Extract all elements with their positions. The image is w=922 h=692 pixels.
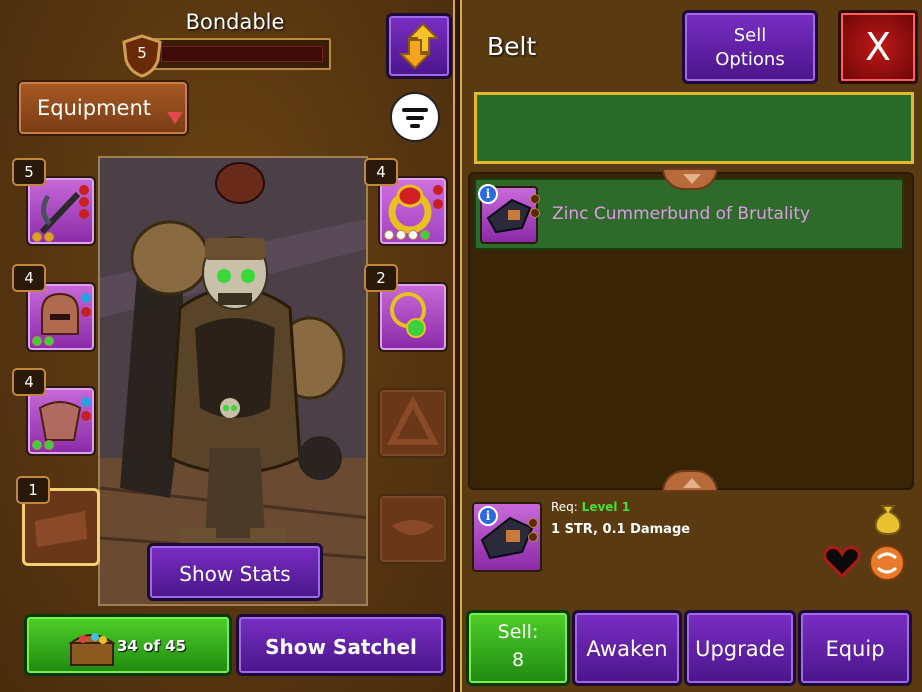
sell-button[interactable]: Sell: 8	[466, 610, 570, 686]
awaken-button[interactable]: Awaken	[572, 610, 682, 686]
upgrade-label: Upgrade	[695, 637, 785, 661]
chevron-down-icon	[683, 174, 701, 184]
satchel-count-button[interactable]: 34 of 45	[24, 614, 232, 676]
treasure-chest-icon	[68, 633, 116, 666]
bond-level-shield: 5	[120, 34, 164, 78]
equipment-dropdown[interactable]: Equipment	[17, 80, 189, 136]
bracer-icon	[392, 520, 434, 535]
weapon-slot-level: 5	[12, 158, 46, 186]
sell-value: 8	[511, 649, 525, 671]
req-label: Req:	[551, 500, 578, 514]
sell-label: Sell:	[497, 621, 539, 643]
item-stats: 1 STR, 0.1 Damage	[551, 522, 691, 537]
show-satchel-button[interactable]: Show Satchel	[236, 614, 446, 676]
sell-options-label-1: Sell	[733, 25, 767, 46]
dropdown-arrow-icon	[167, 112, 183, 124]
amulet-slot-level: 2	[364, 264, 398, 292]
bond-level-text: 5	[137, 44, 147, 62]
category-title: Belt	[487, 32, 537, 61]
close-icon: X	[864, 25, 892, 69]
triangle-gear-icon	[387, 395, 439, 445]
sell-options-button[interactable]: Sell Options	[682, 10, 818, 84]
equip-label: Equip	[825, 637, 885, 661]
equip-button[interactable]: Equip	[798, 610, 912, 686]
filter-icon	[402, 108, 428, 112]
empty-slot-triangle[interactable]	[378, 388, 448, 458]
swap-arrows-icon	[398, 22, 440, 70]
close-button[interactable]: X	[838, 10, 918, 84]
show-satchel-label: Show Satchel	[265, 635, 417, 659]
chevron-up-icon	[683, 478, 701, 488]
req-level: Level 1	[581, 500, 631, 514]
helmet-slot-level: 4	[12, 264, 46, 292]
ring-slot-level: 4	[364, 158, 398, 186]
equipment-dropdown-label: Equipment	[37, 96, 151, 120]
swap-loadout-button[interactable]	[386, 13, 452, 79]
sell-options-label-2: Options	[715, 49, 785, 70]
requirement-text: Req: Level 1	[551, 500, 630, 514]
favorite-heart-icon[interactable]	[822, 544, 862, 580]
upgrade-button[interactable]: Upgrade	[684, 610, 796, 686]
belt-slot-level: 1	[16, 476, 50, 504]
info-icon[interactable]: i	[478, 184, 498, 204]
satchel-count-text: 34 of 45	[117, 637, 187, 655]
bond-progress-bar	[153, 38, 331, 70]
character-portrait	[98, 156, 368, 606]
list-item-name: Zinc Cummerbund of Brutality	[552, 204, 811, 224]
amulet-icon	[390, 292, 426, 338]
item-search-bar[interactable]	[474, 92, 914, 164]
gold-bag-icon	[874, 505, 902, 536]
armored-skeleton-hero-image	[100, 158, 366, 604]
empty-slot-bracer[interactable]	[378, 494, 448, 564]
filter-button[interactable]	[390, 92, 440, 142]
show-stats-label: Show Stats	[179, 562, 291, 586]
awaken-label: Awaken	[586, 637, 668, 661]
chest-slot-level: 4	[12, 368, 46, 396]
show-stats-button[interactable]: Show Stats	[147, 543, 323, 601]
bondable-title: Bondable	[185, 10, 285, 34]
selected-item-info-icon[interactable]: i	[478, 506, 498, 526]
amulet-slot[interactable]	[378, 282, 448, 352]
recycle-icon[interactable]	[868, 544, 906, 582]
